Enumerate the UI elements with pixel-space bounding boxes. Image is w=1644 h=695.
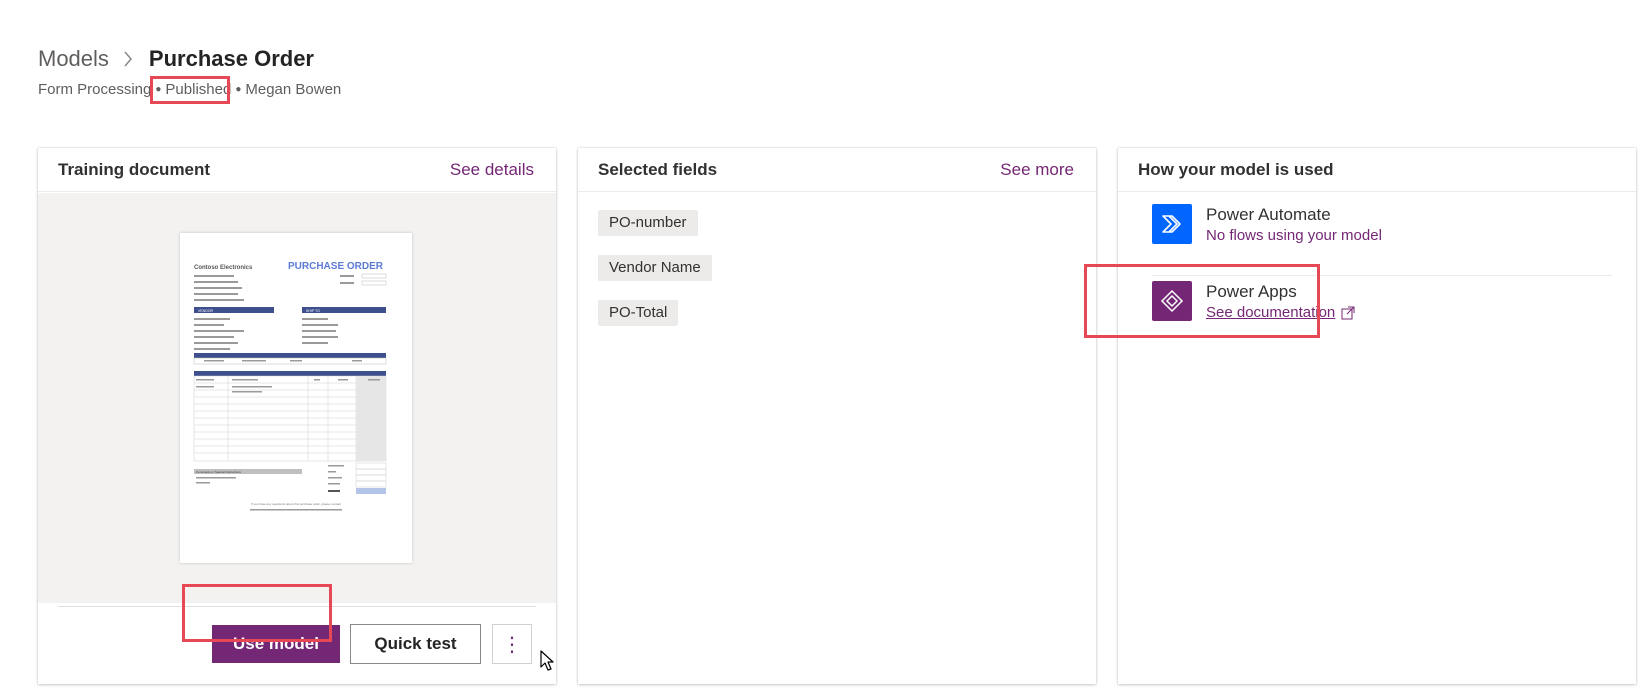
doc-comments-label: Comments or Special Instructions [196, 470, 241, 474]
chevron-right-icon [123, 44, 135, 74]
app-status: No flows using your model [1206, 227, 1382, 244]
doc-vendor-label: VENDOR [198, 309, 213, 313]
card-header: Training document See details [38, 148, 556, 192]
field-chip-po-number: PO-number [598, 210, 698, 236]
field-chip-po-total: PO-Total [598, 300, 679, 326]
divider [1152, 275, 1612, 276]
training-document-card: Training document See details Contoso El… [38, 148, 556, 684]
more-vertical-icon: ⋮ [502, 633, 522, 656]
separator-dot: ● [235, 84, 242, 95]
breadcrumb-models-link[interactable]: Models [38, 44, 109, 74]
card-header: Selected fields See more [578, 148, 1096, 192]
see-documentation-link[interactable]: See documentation [1206, 303, 1355, 323]
divider [58, 606, 536, 607]
doc-footer: If you have any questions about this pur… [251, 502, 341, 506]
doc-ship-to-label: SHIP TO [306, 309, 320, 313]
mouse-cursor-icon [540, 650, 556, 677]
usage-item-power-apps: Power Apps See documentation [1152, 281, 1355, 323]
quick-test-button[interactable]: Quick test [350, 624, 481, 664]
page-title: Purchase Order [148, 46, 314, 71]
card-title: Training document [58, 159, 211, 179]
selected-fields-card: Selected fields See more PO-number Vendo… [578, 148, 1096, 684]
usage-item-power-automate[interactable]: Power Automate No flows using your model [1152, 204, 1382, 246]
external-link-icon [1341, 306, 1355, 320]
model-owner: Megan Bowen [245, 81, 342, 98]
separator-dot: ● [155, 84, 162, 95]
app-name: Power Automate [1206, 205, 1331, 224]
model-usage-card: How your model is used Power Automate No… [1118, 148, 1636, 684]
doc-heading: PURCHASE ORDER [288, 261, 384, 272]
doc-company: Contoso Electronics [194, 265, 253, 271]
model-meta: Form Processing ● Published ● Megan Bowe… [38, 80, 341, 100]
field-chip-vendor-name: Vendor Name [598, 255, 712, 281]
see-details-link[interactable]: See details [450, 160, 534, 180]
link-label: See documentation [1206, 304, 1336, 321]
breadcrumb: Models Purchase Order [38, 44, 341, 74]
see-more-link[interactable]: See more [1000, 160, 1074, 180]
model-type: Form Processing [38, 81, 152, 98]
page-header: Models Purchase Order Form Processing ● … [38, 44, 341, 100]
field-list: PO-number Vendor Name PO-Total [598, 210, 712, 345]
power-apps-icon [1152, 281, 1192, 321]
card-title: How your model is used [1138, 159, 1334, 179]
app-name: Power Apps [1206, 282, 1297, 301]
use-model-button[interactable]: Use model [212, 625, 340, 663]
card-title: Selected fields [598, 159, 718, 179]
status-badge: Published [165, 81, 232, 98]
card-header: How your model is used [1118, 148, 1636, 192]
document-preview-area: Contoso Electronics PURCHASE ORDER VENDO… [38, 193, 556, 603]
document-thumbnail[interactable]: Contoso Electronics PURCHASE ORDER VENDO… [180, 233, 412, 563]
purchase-order-preview: Contoso Electronics PURCHASE ORDER VENDO… [193, 261, 387, 511]
more-options-button[interactable]: ⋮ [492, 624, 532, 664]
power-automate-icon [1152, 204, 1192, 244]
